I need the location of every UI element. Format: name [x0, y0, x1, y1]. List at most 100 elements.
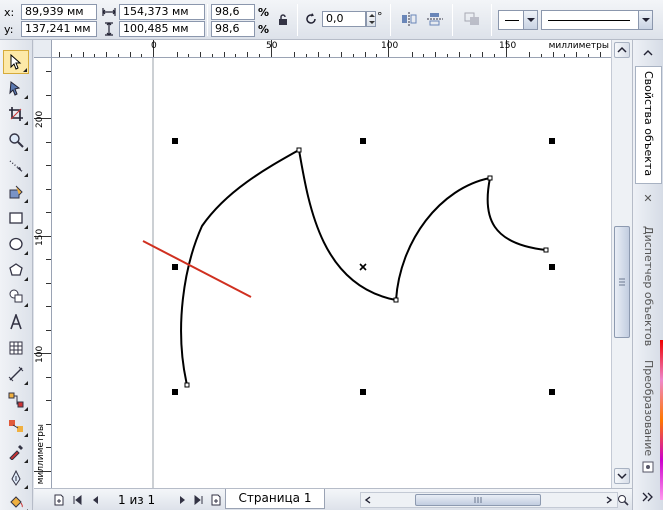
smart-fill-icon [9, 185, 23, 199]
rotation-spinner[interactable] [366, 11, 376, 27]
drawing-canvas[interactable] [52, 58, 611, 488]
page-tab[interactable]: Страница 1 [225, 489, 325, 509]
previous-page-icon[interactable] [88, 492, 102, 508]
table-tool[interactable] [3, 336, 29, 360]
ruler-tick [211, 54, 213, 57]
tab-object-manager-label: Диспетчер объектов [642, 226, 655, 347]
basic-shapes-tool[interactable] [3, 284, 29, 308]
scroll-down-button[interactable] [614, 468, 630, 484]
pick-tool[interactable] [3, 50, 29, 74]
mirror-vertical-icon[interactable] [425, 10, 445, 28]
zoom-navigator-icon[interactable] [616, 492, 630, 508]
ruler-tick [435, 52, 436, 57]
horizontal-scrollbar[interactable] [360, 492, 618, 508]
ruler-tick [235, 54, 237, 57]
rotation-field[interactable]: 0,0 [322, 11, 366, 27]
ruler-label-100-v: 100 [35, 345, 45, 363]
ruler-tick [106, 52, 107, 57]
line-start-combo[interactable] [498, 10, 538, 30]
ruler-tick [46, 282, 51, 284]
horizontal-ruler[interactable]: 0 50 100 150 миллиметры [52, 40, 611, 58]
scroll-right-icon[interactable] [603, 494, 615, 506]
docker-scroll-up-icon[interactable] [638, 44, 658, 62]
docker-panel: Свойства объекта ✕ Диспетчер объектов Пр… [632, 40, 663, 510]
height-field[interactable]: 100,485 мм [119, 21, 205, 37]
selection-handle-top-right[interactable] [549, 138, 555, 144]
add-page-after-icon[interactable] [209, 492, 223, 508]
zoom-tool[interactable] [3, 128, 29, 152]
width-field[interactable]: 154,373 мм [119, 4, 205, 20]
x-position-field[interactable]: 89,939 мм [21, 4, 97, 20]
ruler-tick [46, 306, 51, 307]
node-handle[interactable] [184, 382, 190, 388]
y-position-field[interactable]: 137,241 мм [21, 21, 97, 37]
eyedropper-tool[interactable] [3, 440, 29, 464]
vertical-ruler[interactable]: 200 150 100 миллиметры [34, 58, 52, 488]
red-line[interactable] [142, 240, 252, 298]
selection-handle-top-center[interactable] [360, 138, 366, 144]
ruler-tick [46, 259, 51, 260]
shape-tool[interactable] [3, 76, 29, 100]
ruler-origin[interactable] [34, 40, 52, 58]
docker-options-icon[interactable] [638, 458, 658, 476]
ruler-tick [376, 54, 378, 57]
percent-y-label: % [258, 23, 270, 36]
drawing-surface[interactable] [52, 58, 611, 488]
selection-handle-bottom-center[interactable] [360, 389, 366, 395]
ruler-tick [46, 400, 51, 401]
smart-fill-tool[interactable] [3, 180, 29, 204]
selection-handle-middle-left[interactable] [172, 264, 178, 270]
vertical-scrollbar[interactable] [611, 40, 632, 488]
selection-handle-bottom-right[interactable] [549, 389, 555, 395]
ruler-tick [188, 54, 190, 57]
docker-close-icon[interactable]: ✕ [638, 189, 658, 207]
interactive-effects-tool[interactable] [3, 414, 29, 438]
center-marker-icon[interactable] [359, 263, 367, 271]
next-page-icon[interactable] [176, 492, 190, 508]
crop-tool-icon [9, 107, 23, 121]
connector-tool[interactable] [3, 388, 29, 412]
scroll-left-icon[interactable] [362, 494, 374, 506]
selection-handle-middle-right[interactable] [549, 264, 555, 270]
node-handle[interactable] [543, 247, 549, 253]
tab-object-manager[interactable]: Диспетчер объектов [635, 210, 662, 347]
text-tool[interactable] [3, 310, 29, 334]
dimension-tool[interactable] [3, 362, 29, 386]
ruler-tick [141, 54, 143, 57]
fill-tool[interactable] [3, 490, 29, 510]
scale-x-field[interactable]: 98,6 [211, 4, 255, 20]
selection-handle-top-left[interactable] [172, 138, 178, 144]
last-page-icon[interactable] [192, 492, 206, 508]
node-handle[interactable] [296, 147, 302, 153]
node-handle[interactable] [487, 175, 493, 181]
freehand-tool[interactable] [3, 154, 29, 178]
scroll-up-button[interactable] [614, 42, 630, 58]
line-style-combo[interactable] [541, 10, 653, 30]
ruler-tick [247, 52, 248, 57]
ellipse-tool[interactable] [3, 232, 29, 256]
ruler-tick [317, 52, 319, 57]
convert-to-curves-icon[interactable] [462, 10, 482, 28]
mirror-horizontal-icon[interactable] [399, 10, 419, 28]
lock-icon[interactable] [273, 10, 293, 28]
outline-tool[interactable] [3, 466, 29, 490]
node-handle[interactable] [393, 297, 399, 303]
rectangle-tool[interactable] [3, 206, 29, 230]
scale-y-field[interactable]: 98,6 [211, 21, 255, 37]
add-page-before-icon[interactable] [52, 492, 66, 508]
docker-expand-icon[interactable] [638, 488, 658, 506]
crop-tool[interactable] [3, 102, 29, 126]
tab-transformations[interactable]: Преобразование [635, 344, 662, 460]
polygon-tool[interactable] [3, 258, 29, 282]
ruler-tick [470, 54, 472, 57]
ruler-label-50: 50 [266, 41, 278, 51]
tab-object-properties[interactable]: Свойства объекта [635, 66, 662, 184]
selection-handle-bottom-left[interactable] [172, 389, 178, 395]
vertical-scroll-thumb[interactable] [614, 226, 630, 338]
horizontal-scroll-thumb[interactable] [415, 494, 541, 506]
ruler-tick [599, 52, 601, 57]
first-page-icon[interactable] [70, 492, 84, 508]
ruler-tick [587, 54, 589, 57]
ruler-tick [46, 71, 51, 72]
degree-label: ° [377, 10, 383, 23]
